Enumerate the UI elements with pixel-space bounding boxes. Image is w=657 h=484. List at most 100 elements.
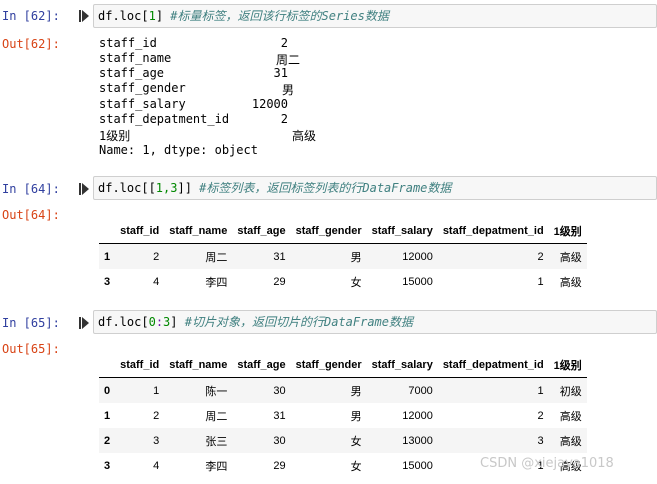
table-cell: 2 bbox=[153, 250, 160, 263]
table-cell: 高级 bbox=[559, 410, 582, 423]
series-value: 31 bbox=[273, 66, 288, 80]
row-index: 0 bbox=[104, 384, 111, 397]
table-cell: 2 bbox=[153, 409, 160, 422]
table-cell: 初级 bbox=[559, 385, 582, 398]
table-cell: 张三 bbox=[205, 435, 228, 448]
table-cell: 2 bbox=[537, 250, 544, 263]
table-cell: 高级 bbox=[559, 435, 582, 448]
table-cell: 李四 bbox=[205, 460, 228, 473]
series-label: staff_age bbox=[99, 66, 165, 80]
column-header: staff_id bbox=[115, 218, 165, 244]
series-footer: Name: 1, dtype: object bbox=[99, 143, 258, 157]
column-header: staff_name bbox=[164, 218, 233, 244]
code-input-62[interactable]: df.loc[1] #标量标签，返回该行标签的Series数据 bbox=[93, 4, 657, 28]
table-cell: 13000 bbox=[402, 434, 433, 447]
table-cell: 女 bbox=[350, 460, 362, 473]
table-cell: 男 bbox=[350, 385, 362, 398]
series-value: 2 bbox=[280, 36, 288, 50]
input-prompt-64: In [64]: bbox=[2, 182, 60, 196]
table-cell: 31 bbox=[273, 250, 286, 263]
table-cell: 女 bbox=[350, 435, 362, 448]
code-text: df.loc[ bbox=[98, 315, 149, 329]
output-prompt-65: Out[65]: bbox=[2, 342, 60, 356]
series-label: staff_salary bbox=[99, 97, 186, 111]
column-header: staff_depatment_id bbox=[437, 352, 549, 378]
column-header: staff_id bbox=[115, 352, 165, 378]
index-header bbox=[99, 218, 116, 244]
output-prompt-62: Out[62]: bbox=[2, 37, 60, 51]
dataframe-table: staff_id staff_name staff_age staff_gend… bbox=[99, 218, 587, 294]
column-header: staff_salary bbox=[366, 352, 438, 378]
series-value: 男 bbox=[281, 83, 294, 97]
code-text: ] bbox=[155, 9, 164, 23]
table-cell: 1 bbox=[537, 384, 544, 397]
table-row: 0 1 陈一 30 男 7000 1 初级 bbox=[99, 377, 587, 403]
table-cell: 29 bbox=[273, 275, 286, 288]
input-prompt-65: In [65]: bbox=[2, 316, 60, 330]
code-comment: #标签列表，返回标签列表的行DataFrame数据 bbox=[191, 181, 452, 195]
column-header: staff_depatment_id bbox=[437, 218, 549, 244]
row-index: 1 bbox=[104, 250, 111, 263]
code-comment: #切片对象，返回切片的行DataFrame数据 bbox=[177, 315, 413, 329]
table-cell: 7000 bbox=[408, 384, 433, 397]
column-header: staff_age bbox=[232, 352, 291, 378]
column-header: staff_gender bbox=[290, 218, 367, 244]
code-number: 1,3 bbox=[155, 181, 178, 195]
series-value: 12000 bbox=[251, 97, 288, 111]
run-cell-icon[interactable] bbox=[79, 183, 89, 195]
table-cell: 男 bbox=[350, 410, 362, 423]
table-header-row: staff_id staff_name staff_age staff_gend… bbox=[99, 218, 587, 244]
table-cell: 12000 bbox=[402, 409, 433, 422]
table-cell: 31 bbox=[273, 409, 286, 422]
code-text: ] bbox=[170, 315, 178, 329]
table-cell: 女 bbox=[350, 276, 362, 289]
row-index: 3 bbox=[104, 459, 111, 472]
table-header-row: staff_id staff_name staff_age staff_gend… bbox=[99, 352, 587, 378]
series-label: staff_depatment_id bbox=[99, 112, 230, 126]
table-cell: 29 bbox=[273, 459, 286, 472]
code-input-64[interactable]: df.loc[[1,3]] #标签列表，返回标签列表的行DataFrame数据 bbox=[93, 176, 657, 200]
column-header: staff_gender bbox=[290, 352, 367, 378]
code-number: 0 bbox=[148, 315, 156, 329]
table-cell: 1 bbox=[153, 384, 160, 397]
table-cell: 15000 bbox=[402, 459, 433, 472]
table-cell: 高级 bbox=[559, 276, 582, 289]
table-cell: 2 bbox=[537, 409, 544, 422]
code-text: df.loc[[ bbox=[98, 181, 156, 195]
column-header: staff_name bbox=[164, 352, 233, 378]
code-text: df.loc[ bbox=[98, 9, 149, 23]
watermark: CSDN @xiejava1018 bbox=[480, 456, 614, 471]
code-comment: #标量标签，返回该行标签的Series数据 bbox=[163, 9, 389, 23]
table-cell: 15000 bbox=[402, 275, 433, 288]
table-cell: 高级 bbox=[559, 251, 582, 264]
series-value: 高级 bbox=[291, 129, 316, 143]
table-cell: 李四 bbox=[205, 276, 228, 289]
column-header: staff_age bbox=[232, 218, 291, 244]
code-input-65[interactable]: df.loc[0:3] #切片对象，返回切片的行DataFrame数据 bbox=[93, 310, 657, 334]
table-cell: 周二 bbox=[205, 410, 228, 423]
table-row: 1 2 周二 31 男 12000 2 高级 bbox=[99, 243, 587, 269]
table-cell: 3 bbox=[153, 434, 160, 447]
row-index: 1 bbox=[104, 409, 111, 422]
table-cell: 4 bbox=[153, 459, 160, 472]
table-cell: 周二 bbox=[205, 251, 228, 264]
run-cell-icon[interactable] bbox=[79, 10, 89, 22]
series-label: staff_gender bbox=[99, 81, 186, 95]
table-cell: 4 bbox=[153, 275, 160, 288]
table-cell: 1 bbox=[537, 275, 544, 288]
table-cell: 30 bbox=[273, 434, 286, 447]
code-text: ]] bbox=[177, 181, 192, 195]
row-index: 2 bbox=[104, 434, 111, 447]
run-cell-icon[interactable] bbox=[79, 317, 89, 329]
table-cell: 30 bbox=[273, 384, 286, 397]
table-cell: 陈一 bbox=[205, 385, 228, 398]
column-header: 1级别 bbox=[548, 352, 587, 378]
output-prompt-64: Out[64]: bbox=[2, 208, 60, 222]
table-row: 2 3 张三 30 女 13000 3 高级 bbox=[99, 428, 587, 453]
table-cell: 12000 bbox=[402, 250, 433, 263]
table-row: 3 4 李四 29 女 15000 1 高级 bbox=[99, 269, 587, 294]
column-header: 1级别 bbox=[548, 218, 587, 244]
series-label: 1级别 bbox=[99, 129, 131, 143]
row-index: 3 bbox=[104, 275, 111, 288]
series-label: staff_name bbox=[99, 51, 172, 65]
